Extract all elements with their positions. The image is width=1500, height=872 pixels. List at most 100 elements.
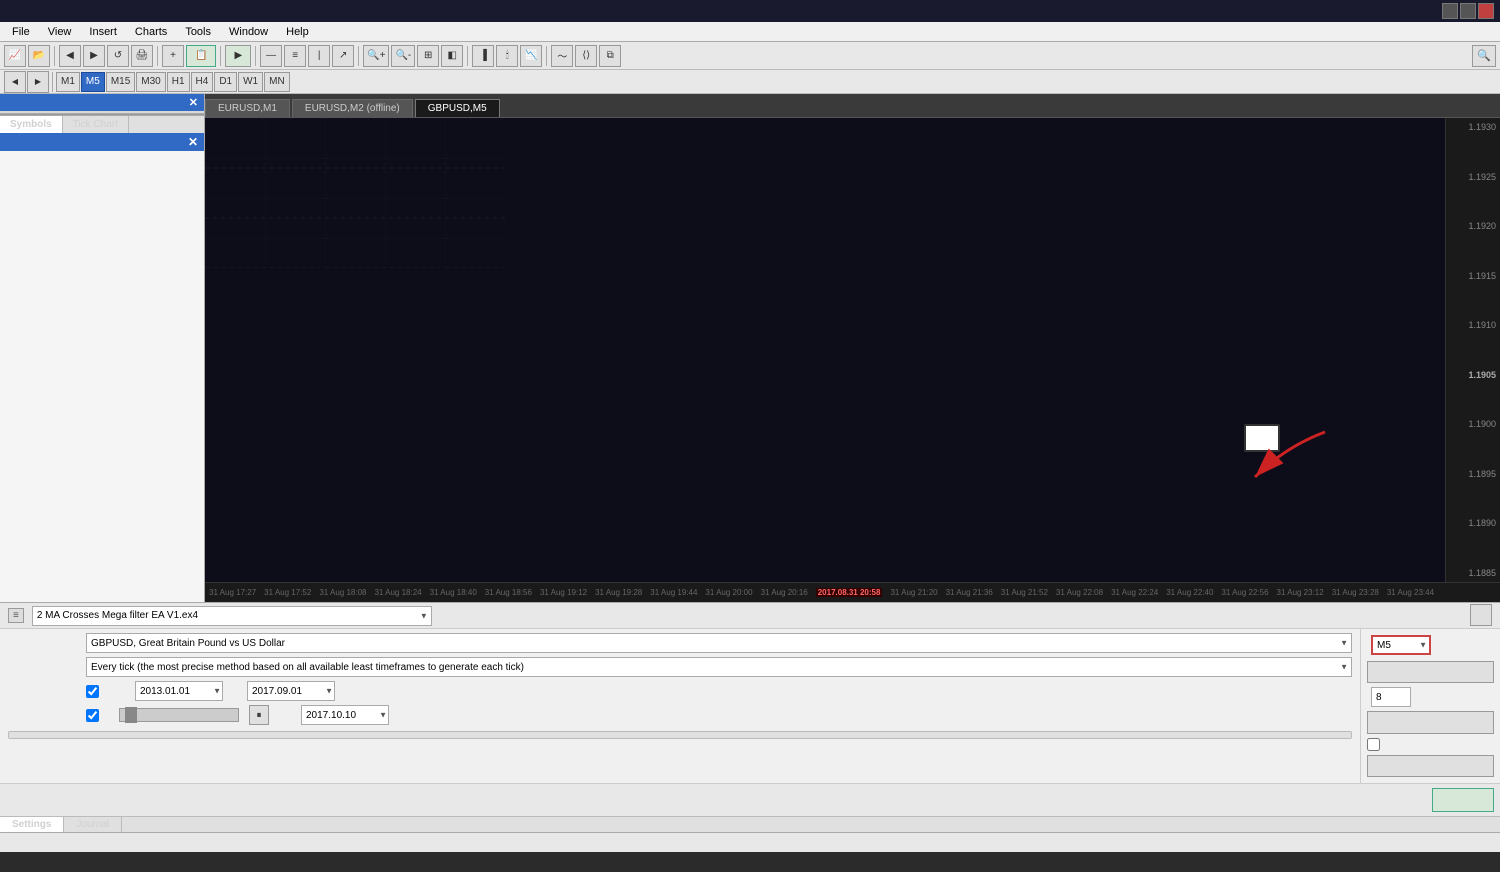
- ea-dropdown[interactable]: 2 MA Crosses Mega filter EA V1.ex4: [32, 606, 432, 626]
- zoom-in-btn[interactable]: 🔍+: [363, 45, 389, 67]
- time-21: 31 Aug 23:44: [1387, 588, 1434, 597]
- time-1: 31 Aug 17:27: [209, 588, 256, 597]
- slider-thumb[interactable]: [125, 707, 137, 723]
- tab-tick-chart[interactable]: Tick Chart: [63, 116, 129, 133]
- col-ask: [136, 111, 204, 114]
- symbol-properties-button[interactable]: [1367, 661, 1494, 683]
- menu-file[interactable]: File: [4, 24, 38, 40]
- forward-btn[interactable]: ▶: [83, 45, 105, 67]
- open-chart-button[interactable]: [1367, 711, 1494, 733]
- sep5: [358, 46, 359, 66]
- new-order-btn tb-btn-wide[interactable]: 📋: [186, 45, 216, 67]
- print-btn[interactable]: 🖨: [131, 45, 153, 67]
- time-axis: 31 Aug 17:27 31 Aug 17:52 31 Aug 18:08 3…: [205, 582, 1500, 602]
- tab-symbols[interactable]: Symbols: [0, 116, 63, 133]
- time-15: 31 Aug 22:08: [1056, 588, 1103, 597]
- grid-btn[interactable]: ⊞: [417, 45, 439, 67]
- period-w1[interactable]: W1: [238, 72, 263, 92]
- menu-bar: File View Insert Charts Tools Window Hel…: [0, 22, 1500, 42]
- price-10: 1.1885: [1446, 568, 1500, 578]
- time-20: 31 Aug 23:28: [1332, 588, 1379, 597]
- start-row: [0, 783, 1500, 816]
- minimize-button[interactable]: [1442, 3, 1458, 19]
- zoom-out-btn[interactable]: 🔍-: [391, 45, 415, 67]
- status-bar: [0, 832, 1500, 852]
- scrollbar-left[interactable]: ◀: [4, 71, 26, 93]
- period-h4[interactable]: H4: [191, 72, 214, 92]
- autotrading-btn[interactable]: ▶: [225, 45, 251, 67]
- close-button[interactable]: [1478, 3, 1494, 19]
- time-14: 31 Aug 21:52: [1001, 588, 1048, 597]
- arrow-btn[interactable]: ↗: [332, 45, 354, 67]
- period-dropdown[interactable]: M5M1M15M30: [1371, 635, 1431, 655]
- pause-button[interactable]: ⏸: [249, 705, 269, 725]
- indicator-btn[interactable]: 〜: [551, 45, 573, 67]
- visual-mode-checkbox[interactable]: [86, 709, 99, 722]
- price-6: 1.1905: [1446, 370, 1500, 380]
- mw-close-icon[interactable]: ✕: [189, 96, 198, 109]
- period-d1[interactable]: D1: [214, 72, 237, 92]
- visual-slider[interactable]: [119, 708, 239, 722]
- back-btn[interactable]: ◀: [59, 45, 81, 67]
- menu-insert[interactable]: Insert: [81, 24, 125, 40]
- modify-expert-button[interactable]: [1367, 755, 1494, 777]
- chart-tab-eurusd-m1[interactable]: EURUSD,M1: [205, 99, 290, 117]
- chart-canvas[interactable]: 1.1930 1.1925 1.1920 1.1915 1.1910 1.190…: [205, 118, 1500, 582]
- start-button[interactable]: [1432, 788, 1494, 812]
- open-btn[interactable]: 📂: [28, 45, 50, 67]
- period-m30[interactable]: M30: [136, 72, 165, 92]
- model-dropdown[interactable]: Every tick (the most precise method base…: [86, 657, 1352, 677]
- time-3: 31 Aug 18:08: [319, 588, 366, 597]
- window-controls: [1442, 3, 1494, 19]
- chart-tab-gbpusd-m5[interactable]: GBPUSD,M5: [415, 99, 500, 117]
- line-chart-btn[interactable]: 📉: [520, 45, 542, 67]
- chart-shift-btn[interactable]: ◧: [441, 45, 463, 67]
- use-date-checkbox[interactable]: [86, 685, 99, 698]
- template-btn[interactable]: ⧉: [599, 45, 621, 67]
- vline-btn[interactable]: |: [308, 45, 330, 67]
- period-m1[interactable]: M1: [56, 72, 80, 92]
- time-12: 31 Aug 21:20: [890, 588, 937, 597]
- symbol-dropdown-wrapper: GBPUSD, Great Britain Pound vs US Dollar…: [86, 633, 1352, 653]
- menu-view[interactable]: View: [40, 24, 80, 40]
- menu-charts[interactable]: Charts: [127, 24, 175, 40]
- sep4: [255, 46, 256, 66]
- ea-dropdown-wrapper: 2 MA Crosses Mega filter EA V1.ex4 ▼: [32, 606, 432, 626]
- crosshair-btn[interactable]: +: [162, 45, 184, 67]
- menu-help[interactable]: Help: [278, 24, 317, 40]
- chart-tab-eurusd-m2[interactable]: EURUSD,M2 (offline): [292, 99, 413, 117]
- symbol-dropdown[interactable]: GBPUSD, Great Britain Pound vs US Dollar: [86, 633, 1352, 653]
- period-sep-btn[interactable]: ⟨⟩: [575, 45, 597, 67]
- from-date-input[interactable]: [135, 681, 223, 701]
- menu-window[interactable]: Window: [221, 24, 276, 40]
- nav-close-icon[interactable]: ✕: [188, 135, 198, 149]
- candle-btn[interactable]: 🕯: [496, 45, 518, 67]
- menu-tools[interactable]: Tools: [177, 24, 219, 40]
- expert-properties-button[interactable]: [1470, 604, 1492, 626]
- hline-btn[interactable]: ≡: [284, 45, 306, 67]
- main-toolbar: 📈 📂 ◀ ▶ ↺ 🖨 + 📋 ▶ — ≡ | ↗ 🔍+ 🔍- ⊞ ◧ ▐ 🕯 …: [0, 42, 1500, 70]
- new-chart-btn[interactable]: 📈: [4, 45, 26, 67]
- period-mn[interactable]: MN: [264, 72, 290, 92]
- price-3: 1.1920: [1446, 221, 1500, 231]
- period-m5[interactable]: M5: [81, 72, 105, 92]
- spread-input[interactable]: [1371, 687, 1411, 707]
- skip-to-input[interactable]: [301, 705, 389, 725]
- sep7: [546, 46, 547, 66]
- optimization-checkbox[interactable]: [1367, 738, 1380, 751]
- candles-chart: [205, 118, 505, 268]
- time-6: 31 Aug 18:56: [485, 588, 532, 597]
- to-date-input[interactable]: [247, 681, 335, 701]
- bar-chart-btn[interactable]: ▐: [472, 45, 494, 67]
- period-h1[interactable]: H1: [167, 72, 190, 92]
- tab-settings[interactable]: Settings: [0, 817, 64, 832]
- refresh-btn[interactable]: ↺: [107, 45, 129, 67]
- line-btn[interactable]: —: [260, 45, 282, 67]
- scrollbar-right[interactable]: ▶: [27, 71, 49, 93]
- period-m15[interactable]: M15: [106, 72, 135, 92]
- optimization-label: [1367, 738, 1494, 751]
- tab-journal[interactable]: Journal: [64, 817, 122, 832]
- maximize-button[interactable]: [1460, 3, 1476, 19]
- spread-row: [1367, 687, 1494, 707]
- search-btn[interactable]: 🔍: [1472, 45, 1496, 67]
